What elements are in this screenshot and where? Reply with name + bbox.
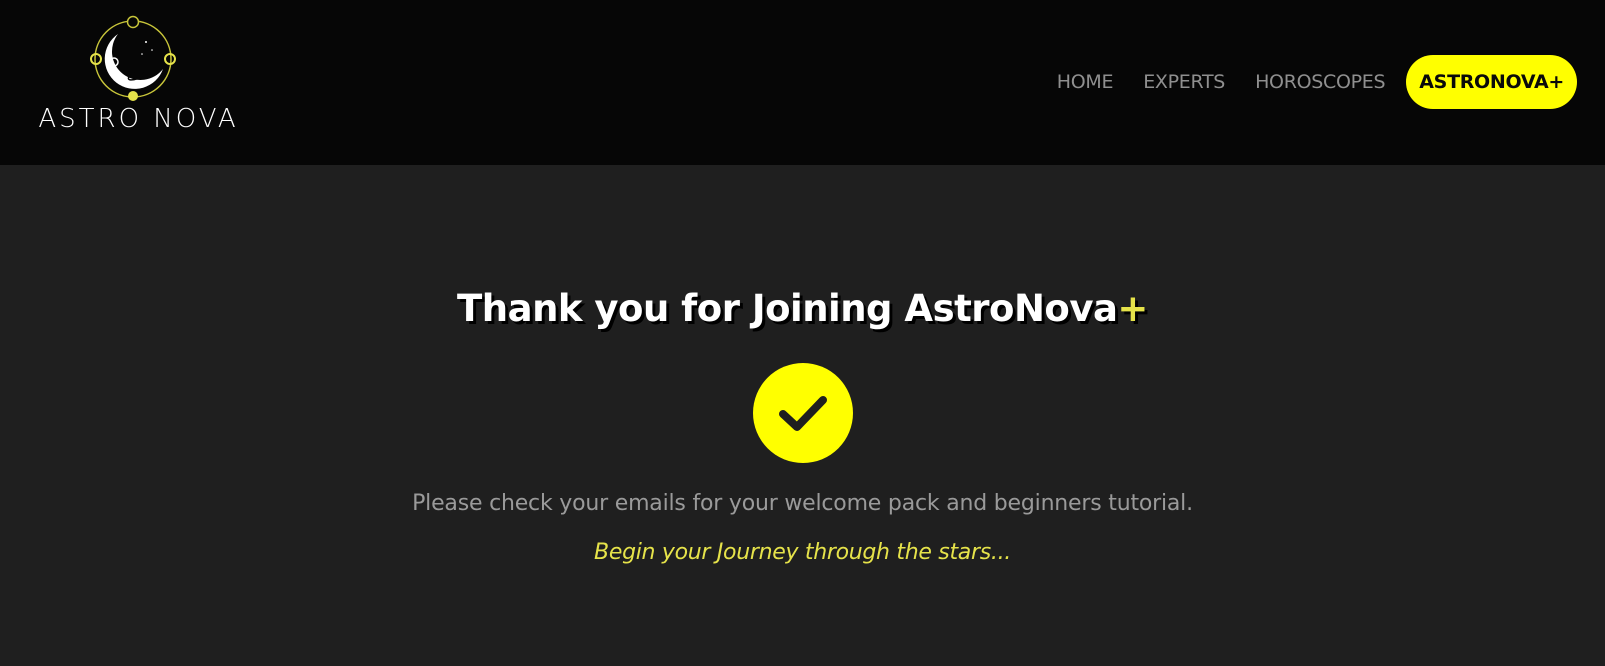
check-icon [779, 396, 827, 431]
confirmation-message: Please check your emails for your welcom… [412, 491, 1193, 516]
page-title-text: Thank you for Joining AstroNova [457, 287, 1118, 330]
main-nav: HOME EXPERTS HOROSCOPES ASTRONOVA+ [1057, 54, 1577, 110]
nav-experts-link[interactable]: EXPERTS [1143, 71, 1225, 93]
tagline: Begin your Journey through the stars... [594, 540, 1011, 565]
site-logo[interactable]: ASTRO NOVA [26, 14, 251, 144]
success-badge [753, 363, 853, 463]
astronova-plus-button[interactable]: ASTRONOVA+ [1406, 55, 1577, 109]
nav-horoscopes-link[interactable]: HOROSCOPES [1255, 71, 1386, 93]
nav-home-link[interactable]: HOME [1057, 71, 1114, 93]
confirmation-section: Thank you for Joining AstroNova+ Please … [0, 165, 1605, 666]
logo-wordmark: ASTRO NOVA [38, 104, 239, 134]
page-title: Thank you for Joining AstroNova+ [0, 287, 1605, 330]
page-title-accent: + [1117, 287, 1148, 330]
top-navigation-bar: ASTRO NOVA HOME EXPERTS HOROSCOPES ASTRO… [0, 0, 1605, 165]
moon-astronaut-logo-icon [90, 15, 176, 101]
